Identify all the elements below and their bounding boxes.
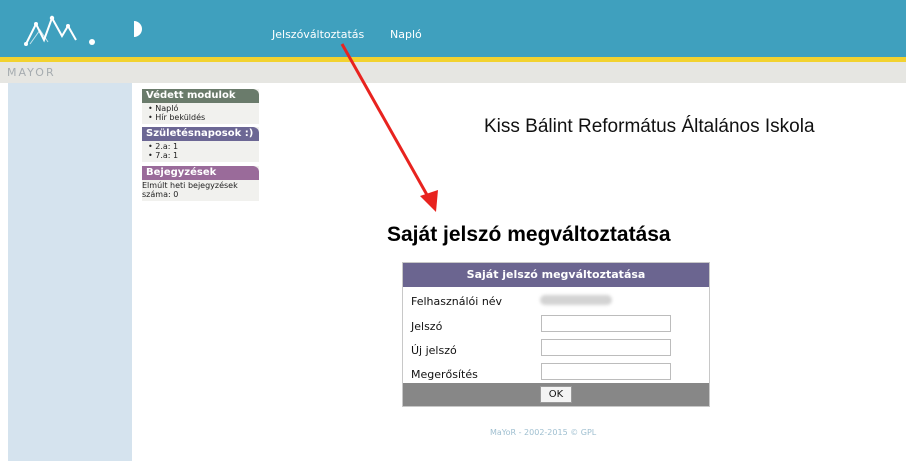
module-link-news[interactable]: Hír beküldés — [155, 113, 205, 122]
school-name: Kiss Bálint Református Általános Iskola — [484, 116, 815, 137]
panel-birthdays: Születésnaposok :) 2.a: 1 7.a: 1 — [142, 127, 259, 162]
list-item: 2.a: 1 — [148, 142, 259, 151]
module-link-naplo[interactable]: Napló — [155, 104, 178, 113]
form-header: Saját jelszó megváltoztatása — [403, 263, 709, 287]
password-label: Jelszó — [411, 320, 443, 333]
entries-count: Elmúlt heti bejegyzések száma: 0 — [142, 181, 238, 199]
panel-title: Születésnaposok :) — [142, 127, 259, 141]
half-moon-icon[interactable] — [131, 20, 145, 38]
page-title: Saját jelszó megváltoztatása — [387, 223, 671, 246]
blurred-username — [540, 295, 612, 305]
form-footer: OK — [403, 383, 709, 406]
new-password-label: Új jelszó — [411, 344, 457, 357]
confirm-label: Megerősítés — [411, 368, 478, 381]
left-sidebar — [8, 83, 132, 461]
mayor-logo-icon — [24, 15, 95, 46]
nav-naplo[interactable]: Napló — [390, 28, 422, 41]
sub-bar: MAYOR — [0, 62, 906, 83]
nav-password-change[interactable]: Jelszóváltoztatás — [272, 28, 364, 41]
brand-label: MAYOR — [7, 66, 56, 79]
password-input[interactable] — [541, 315, 671, 332]
username-label: Felhasználói név — [411, 295, 503, 308]
page-footer: MaYoR - 2002-2015 © GPL — [490, 428, 597, 437]
panel-entries: Bejegyzések Elmúlt heti bejegyzések szám… — [142, 166, 259, 201]
list-item: 7.a: 1 — [148, 151, 259, 160]
list-item[interactable]: Hír beküldés — [148, 113, 259, 122]
panel-title: Bejegyzések — [142, 166, 259, 180]
panel-protected-modules: Védett modulok Napló Hír beküldés — [142, 89, 259, 124]
new-password-input[interactable] — [541, 339, 671, 356]
ok-button[interactable]: OK — [540, 386, 572, 403]
list-item[interactable]: Napló — [148, 104, 259, 113]
panel-title: Védett modulok — [142, 89, 259, 103]
top-bar: Jelszóváltoztatás Napló — [0, 0, 906, 57]
confirm-password-input[interactable] — [541, 363, 671, 380]
password-form: Saját jelszó megváltoztatása Felhasználó… — [402, 262, 710, 407]
